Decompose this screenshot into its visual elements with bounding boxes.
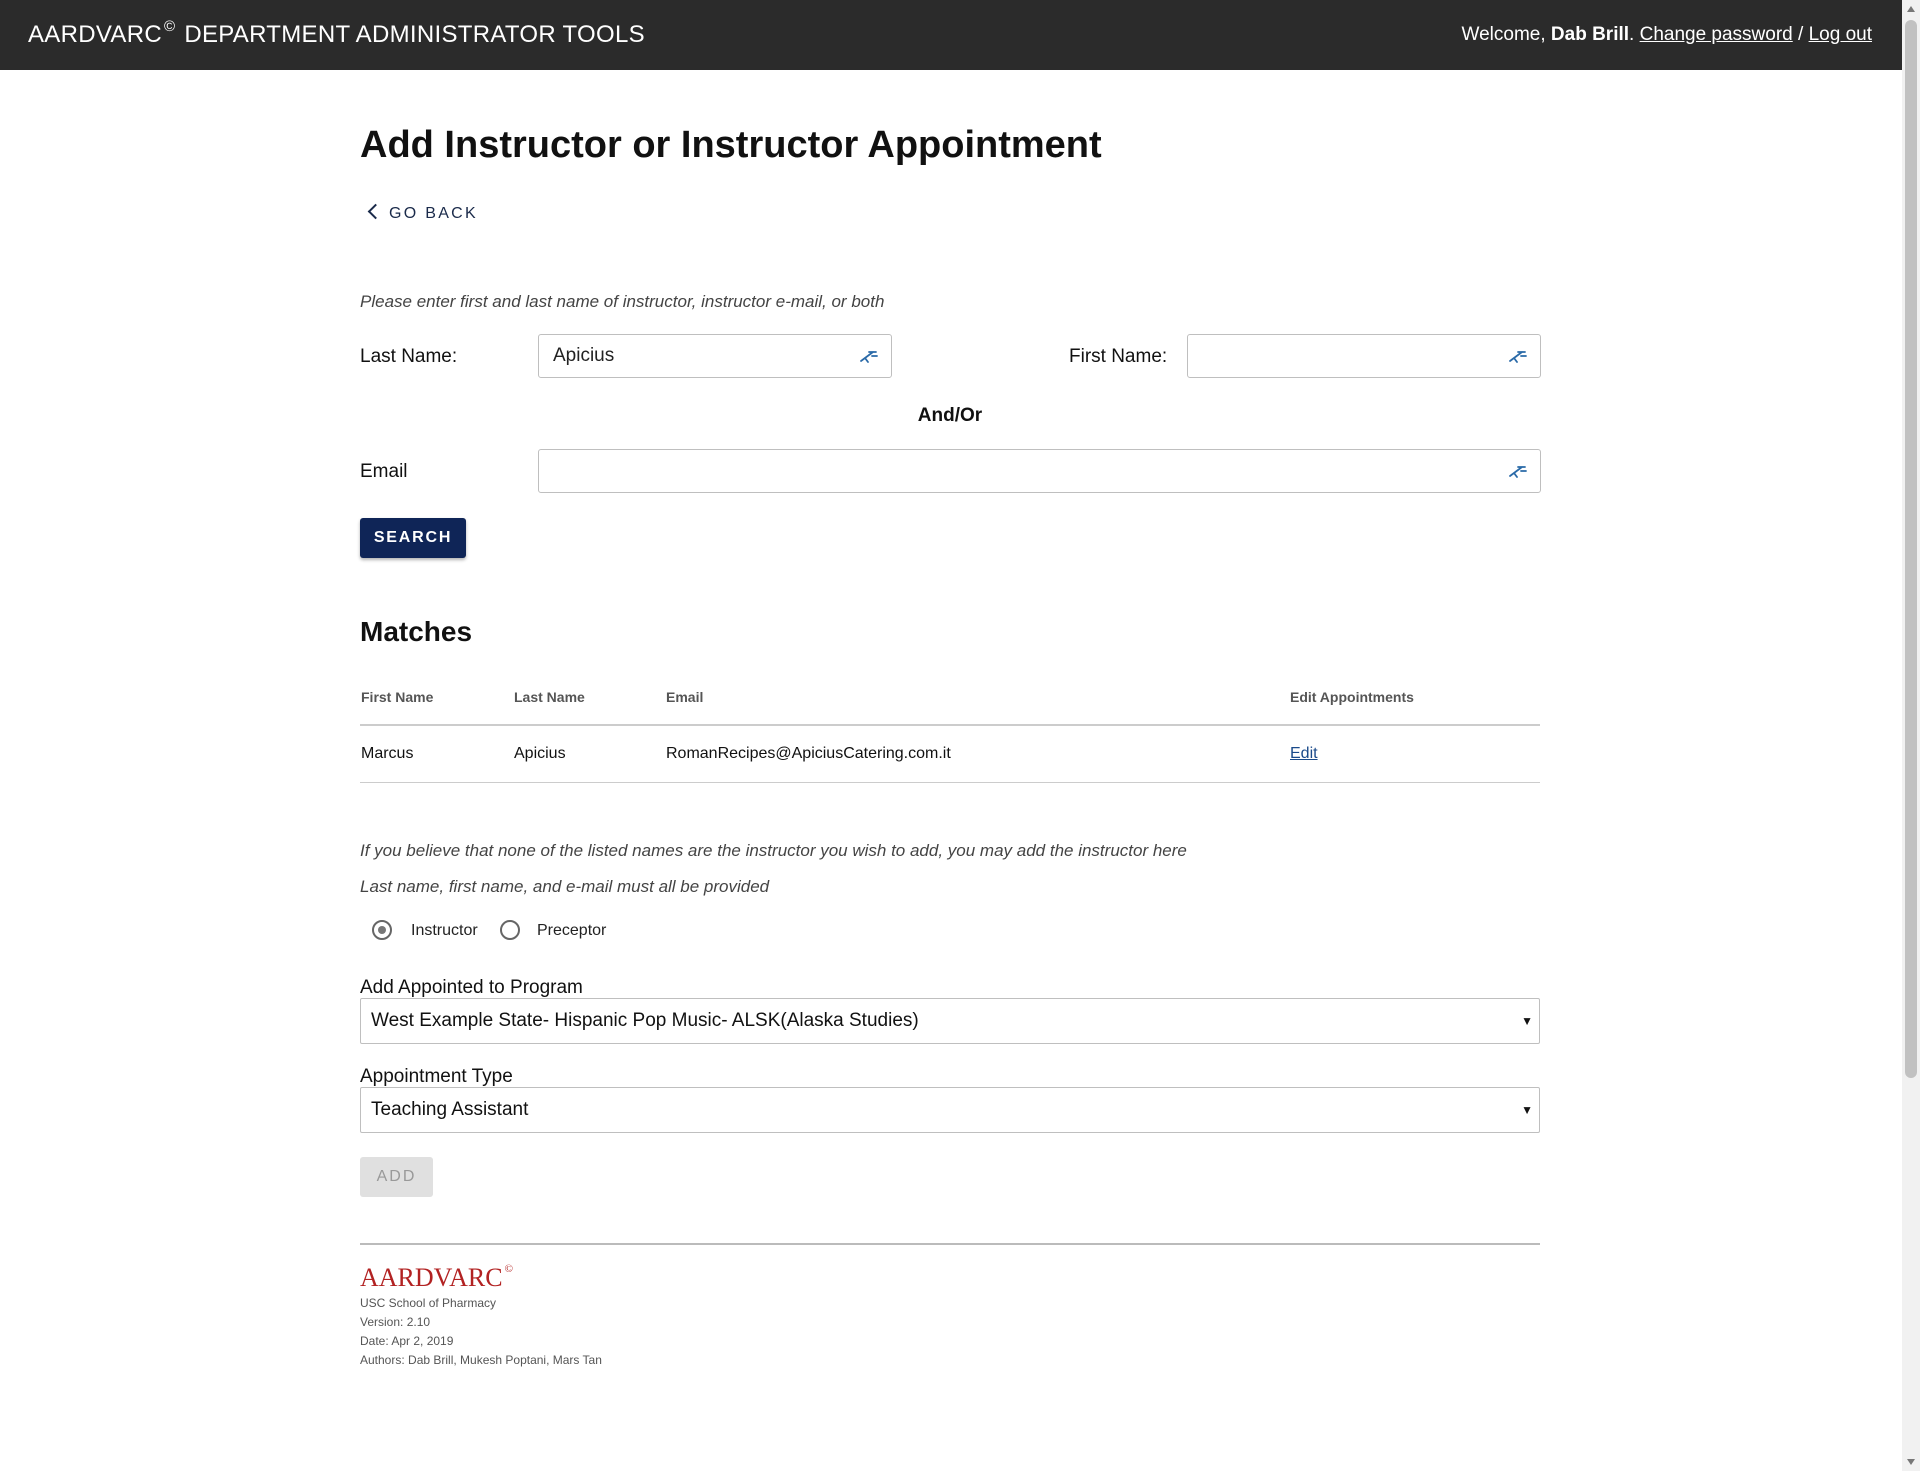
cell-first-name: Marcus (361, 745, 414, 762)
link-separator: / (1792, 24, 1809, 45)
table-row-divider (360, 782, 1540, 783)
autofill-key-icon[interactable] (1508, 347, 1528, 365)
caret-down-icon: ▼ (1521, 1014, 1533, 1028)
matches-title: Matches (360, 616, 473, 647)
column-header-email: Email (666, 689, 704, 705)
footer-authors: Authors: Dab Brill, Mukesh Poptani, Mars… (360, 1353, 602, 1367)
column-header-last-name: Last Name (514, 689, 585, 705)
brand-name: AARDVARC (28, 21, 162, 48)
footer-org: USC School of Pharmacy (360, 1296, 497, 1310)
add-note-required: Last name, first name, and e-mail must a… (360, 877, 770, 896)
first-name-label: First Name: (1069, 346, 1168, 367)
caret-down-icon: ▼ (1521, 1103, 1533, 1117)
search-button[interactable]: SEARCH (360, 518, 466, 558)
appointment-type-label: Appointment Type (360, 1066, 513, 1087)
period: . (1629, 24, 1635, 45)
preceptor-radio-label[interactable]: Preceptor (537, 922, 606, 940)
autofill-key-icon[interactable] (1508, 462, 1528, 480)
edit-appointments-link[interactable]: Edit (1290, 745, 1318, 762)
table-header-divider (360, 724, 1540, 726)
user-menu: Welcome, Dab Brill. Change password / Lo… (1462, 24, 1873, 46)
scroll-up-arrow-icon[interactable] (1907, 6, 1915, 12)
column-header-edit-appointments: Edit Appointments (1290, 689, 1414, 705)
footer-logo: AARDVARC © (360, 1263, 513, 1293)
scroll-down-arrow-icon[interactable] (1907, 1459, 1915, 1465)
footer-logo-text: AARDVARC (360, 1263, 503, 1292)
program-select-label: Add Appointed to Program (360, 977, 583, 998)
add-button[interactable]: ADD (360, 1157, 433, 1197)
app-title: DEPARTMENT ADMINISTRATOR TOOLS (184, 21, 645, 48)
vertical-scrollbar[interactable] (1902, 0, 1920, 1471)
change-password-link[interactable]: Change password (1640, 24, 1793, 45)
logout-link[interactable]: Log out (1809, 24, 1872, 45)
copyright-symbol: © (163, 18, 176, 35)
go-back-label: GO BACK (389, 205, 479, 222)
last-name-value: Apicius (553, 345, 615, 366)
first-name-input[interactable] (1187, 334, 1541, 378)
cell-email: RomanRecipes@ApiciusCatering.com.it (666, 745, 951, 762)
welcome-text: Welcome, (1461, 24, 1551, 45)
footer-divider (360, 1243, 1540, 1245)
appointment-type-value: Teaching Assistant (371, 1099, 529, 1120)
preceptor-radio[interactable] (500, 920, 520, 940)
column-header-first-name: First Name (361, 689, 434, 705)
program-select-value: West Example State- Hispanic Pop Music- … (371, 1010, 919, 1031)
instructor-radio-label[interactable]: Instructor (411, 922, 478, 940)
chevron-left-icon (367, 203, 384, 220)
app-brand: AARDVARC © DEPARTMENT ADMINISTRATOR TOOLS (28, 18, 645, 49)
go-back-link[interactable]: GO BACK (367, 203, 479, 223)
page-title: Add Instructor or Instructor Appointment (360, 124, 1102, 166)
username: Dab Brill (1550, 24, 1630, 45)
cell-last-name: Apicius (514, 745, 566, 762)
footer-version: Version: 2.10 (360, 1315, 431, 1329)
footer-logo-symbol: © (504, 1263, 513, 1276)
footer-date: Date: Apr 2, 2019 (360, 1334, 454, 1348)
email-label: Email (360, 461, 408, 482)
and-or-separator: And/Or (917, 405, 983, 426)
add-note-none-match: If you believe that none of the listed n… (360, 841, 1187, 860)
scrollbar-thumb[interactable] (1905, 20, 1917, 1078)
email-input[interactable] (538, 449, 1541, 493)
top-navigation-bar: AARDVARC © DEPARTMENT ADMINISTRATOR TOOLS… (0, 0, 1902, 70)
cell-edit: Edit (1290, 745, 1318, 763)
appointment-type-select[interactable]: Teaching Assistant ▼ (360, 1087, 1540, 1133)
instructor-radio[interactable] (372, 920, 392, 940)
autofill-key-icon[interactable] (859, 347, 879, 365)
search-hint: Please enter first and last name of inst… (360, 292, 885, 311)
last-name-input[interactable]: Apicius (538, 334, 892, 378)
program-select[interactable]: West Example State- Hispanic Pop Music- … (360, 998, 1540, 1044)
last-name-label: Last Name: (360, 346, 458, 367)
